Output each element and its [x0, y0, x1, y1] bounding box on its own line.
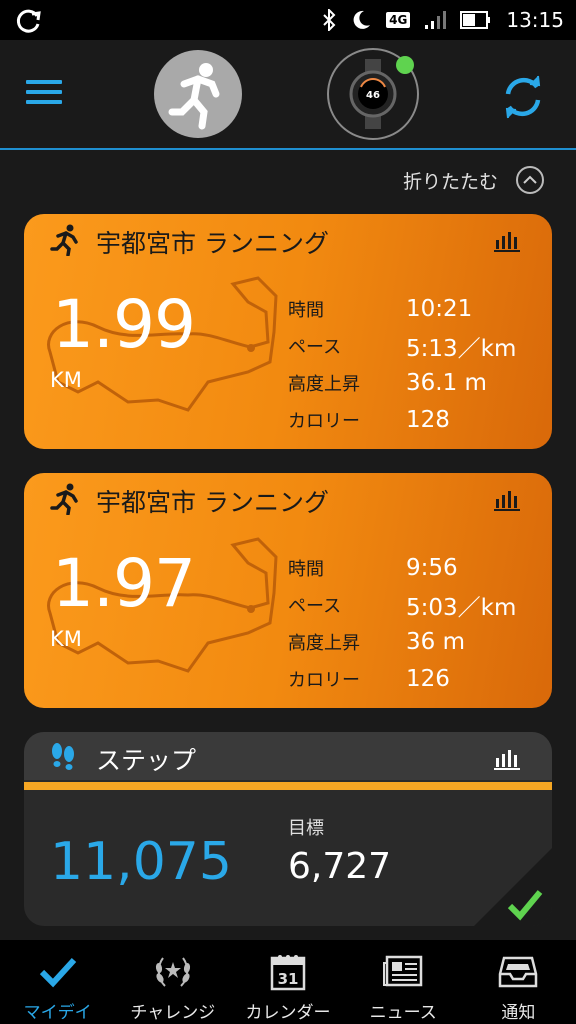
- bar-chart-icon[interactable]: [494, 228, 520, 252]
- bar-chart-icon[interactable]: [494, 746, 520, 770]
- nav-label: チャレンジ: [130, 1003, 216, 1023]
- stat-row-calories: カロリー 126: [288, 660, 538, 697]
- running-person-icon: [168, 63, 220, 130]
- stat-value: 36.1 m: [406, 369, 487, 396]
- goal-met-check-icon: [474, 848, 552, 926]
- bar-chart-icon[interactable]: [494, 487, 520, 511]
- activity-title: 宇都宮市 ランニング: [96, 229, 329, 258]
- nav-label: 通知: [501, 1003, 536, 1023]
- steps-progress-bar: [24, 782, 552, 790]
- inbox-icon: [498, 952, 538, 992]
- nav-label: ニュース: [369, 1003, 437, 1023]
- calendar-day: 31: [278, 970, 299, 988]
- status-bar: 4G 13:15: [0, 0, 576, 40]
- app-header: 46: [0, 40, 576, 150]
- stat-label: カロリー: [288, 669, 360, 691]
- stat-value: 5:13／km: [406, 335, 517, 362]
- stat-value: 126: [406, 665, 450, 692]
- activity-card-header: 宇都宮市 ランニング: [24, 214, 552, 266]
- stat-label: カロリー: [288, 410, 360, 432]
- stat-value: 5:03／km: [406, 594, 517, 621]
- nav-calendar[interactable]: 31 カレンダー: [230, 940, 345, 1024]
- stat-value: 9:56: [406, 554, 458, 581]
- stat-label: 時間: [288, 558, 324, 580]
- collapse-label: 折りたたむ: [402, 170, 498, 193]
- hamburger-icon[interactable]: [26, 80, 62, 110]
- stat-label: 高度上昇: [288, 632, 360, 654]
- distance-unit: KM: [50, 368, 82, 392]
- goal-label: 目標: [288, 818, 324, 839]
- sync-icon[interactable]: [500, 74, 546, 120]
- do-not-disturb-moon-icon: [353, 10, 371, 29]
- svg-text:46: 46: [366, 90, 380, 101]
- distance-value: 1.97: [52, 545, 196, 622]
- activity-card-header: 宇都宮市 ランニング: [24, 473, 552, 525]
- profile-avatar[interactable]: [154, 50, 242, 138]
- battery-icon: [460, 11, 491, 29]
- stat-row-calories: カロリー 128: [288, 401, 538, 438]
- device-connected-indicator: [396, 56, 414, 74]
- nav-label: カレンダー: [245, 1003, 331, 1023]
- bottom-navigation: マイデイ チャレンジ 31 カレンダー ニュース 通知: [0, 940, 576, 1024]
- calendar-icon: 31: [268, 952, 308, 992]
- collapse-toggle[interactable]: 折りたたむ: [403, 166, 544, 194]
- activity-stats: 時間 10:21 ペース 5:13／km 高度上昇 36.1 m カロリー 12…: [288, 290, 538, 438]
- nav-news[interactable]: ニュース: [346, 940, 461, 1024]
- steps-value: 11,075: [50, 832, 232, 892]
- steps-title: ステップ: [96, 746, 197, 775]
- nav-challenges[interactable]: チャレンジ: [115, 940, 230, 1024]
- clock: 13:15: [506, 8, 564, 32]
- activity-card[interactable]: 宇都宮市 ランニング 1.97 KM 時間 9:56 ペース 5:03／km 高…: [24, 473, 552, 708]
- stat-label: 高度上昇: [288, 373, 360, 395]
- stat-label: ペース: [288, 336, 342, 358]
- stat-row-elevation: 高度上昇 36.1 m: [288, 364, 538, 401]
- running-activity-icon: [50, 224, 78, 256]
- nav-myday[interactable]: マイデイ: [0, 940, 115, 1024]
- stat-value: 36 m: [406, 628, 465, 655]
- chevron-up-icon: [516, 166, 544, 194]
- goal-value: 6,727: [288, 846, 392, 887]
- activity-title: 宇都宮市 ランニング: [96, 488, 329, 517]
- watch-icon: 46: [349, 59, 397, 129]
- stat-row-pace: ペース 5:03／km: [288, 586, 538, 623]
- activity-card[interactable]: 宇都宮市 ランニング 1.99 KM 時間 10:21 ペース 5:13／km …: [24, 214, 552, 449]
- distance-value: 1.99: [52, 286, 196, 363]
- bluetooth-icon: [323, 9, 336, 31]
- newspaper-icon: [383, 952, 423, 992]
- footprints-icon: [52, 743, 74, 770]
- stat-row-elevation: 高度上昇 36 m: [288, 623, 538, 660]
- sync-status-icon: [16, 9, 41, 33]
- stat-row-time: 時間 10:21: [288, 290, 538, 327]
- stat-row-pace: ペース 5:13／km: [288, 327, 538, 364]
- stat-value: 10:21: [406, 295, 473, 322]
- stat-value: 128: [406, 406, 450, 433]
- activity-stats: 時間 9:56 ペース 5:03／km 高度上昇 36 m カロリー 126: [288, 549, 538, 697]
- steps-card[interactable]: ステップ 11,075 目標 6,727: [24, 732, 552, 926]
- stat-label: ペース: [288, 595, 342, 617]
- signal-icon: [425, 11, 447, 29]
- laurel-icon: [153, 952, 193, 992]
- stat-label: 時間: [288, 299, 324, 321]
- checkmark-icon: [38, 952, 78, 992]
- distance-unit: KM: [50, 627, 82, 651]
- network-type-badge: 4G: [386, 12, 411, 28]
- running-activity-icon: [50, 483, 78, 515]
- nav-notifications[interactable]: 通知: [461, 940, 576, 1024]
- steps-card-header: ステップ: [24, 732, 552, 780]
- stat-row-time: 時間 9:56: [288, 549, 538, 586]
- nav-label: マイデイ: [23, 1003, 92, 1023]
